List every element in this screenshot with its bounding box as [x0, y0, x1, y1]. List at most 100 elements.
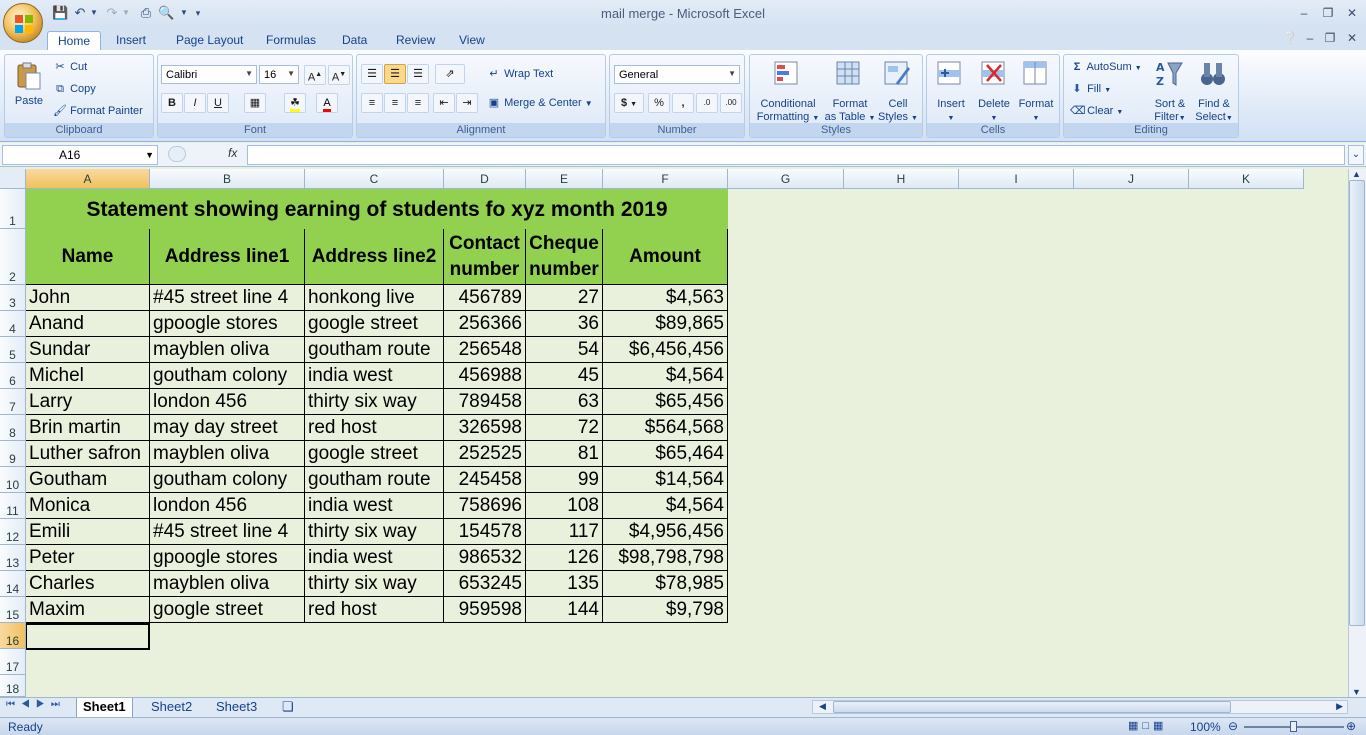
minimize-icon[interactable]: –: [1294, 4, 1314, 22]
save-icon[interactable]: 💾: [52, 5, 68, 21]
worksheet-grid[interactable]: Statement showing earning of students fo…: [26, 189, 1348, 697]
font-name-select[interactable]: Calibri ▼: [161, 65, 257, 84]
tab-page-layout[interactable]: Page Layout: [166, 31, 253, 50]
format-as-table-icon[interactable]: [834, 59, 864, 89]
autosum-button[interactable]: Σ AutoSum ▼: [1070, 60, 1142, 74]
find-select-button[interactable]: Find & Select▼: [1192, 98, 1236, 125]
column-header-e[interactable]: E: [526, 169, 603, 189]
row-header-5[interactable]: 5: [0, 337, 26, 363]
cell-contact-number[interactable]: 789458: [444, 389, 526, 415]
zoom-out-icon[interactable]: ⊖: [1228, 719, 1238, 733]
cell-address-line2[interactable]: india west: [305, 545, 444, 571]
row-header-7[interactable]: 7: [0, 389, 26, 415]
cell-address-line1[interactable]: mayblen oliva: [150, 571, 305, 597]
tab-home[interactable]: Home: [47, 31, 102, 50]
cell-name[interactable]: Luther safron: [26, 441, 150, 467]
row-header-17[interactable]: 17: [0, 649, 26, 675]
align-right-button[interactable]: ≡: [407, 93, 429, 113]
row-header-10[interactable]: 10: [0, 467, 26, 493]
merge-center-button[interactable]: ▣ Merge & Center ▼: [487, 96, 593, 110]
cell-address-line1[interactable]: gpoogle stores: [150, 311, 305, 337]
cell-name[interactable]: Sundar: [26, 337, 150, 363]
sort-filter-icon[interactable]: AZ: [1154, 59, 1184, 89]
cell-address-line2[interactable]: google street: [305, 311, 444, 337]
ribbon-minimize-icon[interactable]: –: [1300, 29, 1320, 47]
cell-address-line1[interactable]: goutham colony: [150, 363, 305, 389]
conditional-formatting-button[interactable]: Conditional Formatting ▼: [754, 98, 822, 125]
header-amount[interactable]: Amount: [603, 229, 728, 285]
cell-address-line1[interactable]: london 456: [150, 389, 305, 415]
cell-address-line2[interactable]: goutham route: [305, 337, 444, 363]
cut-button[interactable]: ✂ Cut: [53, 60, 87, 74]
undo-dropdown-icon[interactable]: ▼: [86, 5, 102, 21]
header-contact-number[interactable]: Contact number: [444, 229, 526, 285]
cell-cheque-number[interactable]: 135: [526, 571, 603, 597]
delete-button[interactable]: Delete ▼: [973, 98, 1015, 125]
increase-decimal-button[interactable]: .0: [696, 93, 718, 113]
clear-button[interactable]: ⌫ Clear ▼: [1070, 104, 1123, 118]
restore-icon[interactable]: ❐: [1318, 4, 1338, 22]
view-buttons-icon[interactable]: ▦□▦: [1128, 719, 1167, 732]
orientation-button[interactable]: ⇗: [435, 64, 465, 84]
cell-amount[interactable]: $78,985: [603, 571, 728, 597]
align-bottom-button[interactable]: ☰: [407, 64, 429, 84]
scroll-up-icon[interactable]: ▲: [1352, 169, 1361, 179]
cell-amount[interactable]: $98,798,798: [603, 545, 728, 571]
sort-filter-button[interactable]: Sort & Filter▼: [1148, 98, 1192, 125]
select-all-corner[interactable]: [0, 169, 26, 189]
delete-cells-icon[interactable]: [979, 59, 1009, 89]
cell-name[interactable]: John: [26, 285, 150, 311]
wrap-text-button[interactable]: ↵ Wrap Text: [487, 67, 553, 81]
row-header-3[interactable]: 3: [0, 285, 26, 311]
scroll-right-icon[interactable]: ▶: [1336, 701, 1343, 712]
cell-address-line1[interactable]: london 456: [150, 493, 305, 519]
shrink-font-button[interactable]: A▼: [328, 65, 350, 85]
align-top-button[interactable]: ☰: [361, 64, 383, 84]
cell-contact-number[interactable]: 256548: [444, 337, 526, 363]
cell-name[interactable]: Maxim: [26, 597, 150, 623]
cell-address-line1[interactable]: may day street: [150, 415, 305, 441]
cell-address-line1[interactable]: mayblen oliva: [150, 337, 305, 363]
row-header-8[interactable]: 8: [0, 415, 26, 441]
cell-name[interactable]: Goutham: [26, 467, 150, 493]
formula-input[interactable]: [247, 145, 1345, 165]
cell-name[interactable]: Emili: [26, 519, 150, 545]
cell-name[interactable]: Larry: [26, 389, 150, 415]
row-header-12[interactable]: 12: [0, 519, 26, 545]
tab-data[interactable]: Data: [332, 31, 377, 50]
fx-button[interactable]: fx: [160, 146, 246, 164]
scroll-down-icon[interactable]: ▼: [1352, 687, 1361, 697]
cell-amount[interactable]: $14,564: [603, 467, 728, 493]
header-cheque-number[interactable]: Cheque number: [526, 229, 603, 285]
customize-qat-icon[interactable]: ▾: [190, 5, 206, 21]
cell-address-line1[interactable]: gpoogle stores: [150, 545, 305, 571]
cell-name[interactable]: Anand: [26, 311, 150, 337]
cell-contact-number[interactable]: 154578: [444, 519, 526, 545]
cell-contact-number[interactable]: 456789: [444, 285, 526, 311]
print-preview-icon[interactable]: 🔍: [158, 5, 174, 21]
active-cell-cursor[interactable]: [26, 623, 150, 650]
cell-cheque-number[interactable]: 27: [526, 285, 603, 311]
sheet-nav-arrows-icon[interactable]: ⏮◀▶⏭: [6, 699, 66, 710]
row-header-2[interactable]: 2: [0, 229, 26, 285]
cell-name[interactable]: Peter: [26, 545, 150, 571]
row-header-1[interactable]: 1: [0, 189, 26, 229]
name-box[interactable]: A16 ▼: [2, 145, 158, 165]
cell-address-line2[interactable]: red host: [305, 597, 444, 623]
fill-button[interactable]: ⬇ Fill ▼: [1070, 82, 1111, 96]
zoom-level[interactable]: 100%: [1190, 720, 1221, 734]
bold-button[interactable]: B: [161, 93, 183, 113]
cell-address-line1[interactable]: goutham colony: [150, 467, 305, 493]
sheet-tab-sheet2[interactable]: Sheet2: [145, 698, 198, 717]
cell-amount[interactable]: $6,456,456: [603, 337, 728, 363]
cell-cheque-number[interactable]: 144: [526, 597, 603, 623]
redo-dropdown-icon[interactable]: ▼: [118, 5, 134, 21]
expand-formula-icon[interactable]: ⌄: [1348, 145, 1364, 165]
tab-insert[interactable]: Insert: [106, 31, 156, 50]
conditional-formatting-icon[interactable]: [772, 59, 802, 89]
column-header-g[interactable]: G: [728, 169, 844, 189]
format-painter-button[interactable]: 🖌 Format Painter: [53, 104, 143, 118]
underline-button[interactable]: U: [207, 93, 229, 113]
format-cells-icon[interactable]: [1021, 59, 1051, 89]
row-header-11[interactable]: 11: [0, 493, 26, 519]
